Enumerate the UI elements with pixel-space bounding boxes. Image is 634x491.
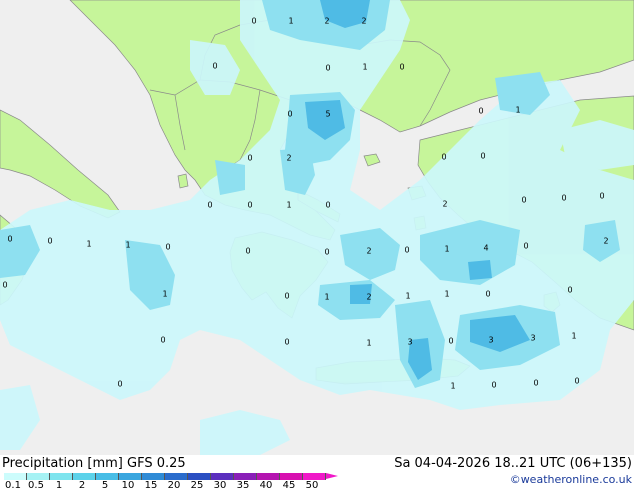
precip-value-label: 2	[603, 237, 608, 246]
color-scale-segment	[165, 473, 188, 480]
precip-value-label: 1	[405, 292, 410, 301]
precip-value-label: 1	[444, 290, 449, 299]
color-scale-tick-label: 35	[236, 480, 250, 491]
precip-value-label: 0	[7, 235, 12, 244]
color-scale-tick-label: 1	[55, 480, 63, 491]
precip-value-label: 0	[491, 381, 496, 390]
color-scale	[4, 473, 338, 480]
precip-value-label: 1	[366, 339, 371, 348]
precip-value-label: 1	[286, 201, 291, 210]
precip-value-label: 0	[2, 281, 7, 290]
precip-value-label: 0	[160, 336, 165, 345]
color-scale-tick-label: 15	[144, 480, 158, 491]
color-scale-tick-label: 40	[259, 480, 273, 491]
precip-value-label: 0	[523, 242, 528, 251]
precip-value-label: 1	[125, 241, 130, 250]
precip-value-label: 1	[515, 106, 520, 115]
precip-value-label: 0	[599, 192, 604, 201]
precip-value-label: 0	[287, 110, 292, 119]
color-scale-segment	[4, 473, 27, 480]
precip-value-label: 1	[444, 245, 449, 254]
precip-value-label: 0	[212, 62, 217, 71]
precip-value-label: 0	[485, 290, 490, 299]
color-scale-segment	[142, 473, 165, 480]
precip-value-label: 0	[247, 154, 252, 163]
precip-value-label: 2	[286, 154, 291, 163]
precip-value-label: 1	[288, 17, 293, 26]
precip-value-label: 3	[530, 334, 535, 343]
color-scale-tick-label: 30	[213, 480, 227, 491]
precip-value-label: 0	[284, 338, 289, 347]
color-scale-tick-label: 50	[305, 480, 319, 491]
color-scale-tick-label: 45	[282, 480, 296, 491]
credit-link[interactable]: ©weatheronline.co.uk	[510, 473, 632, 486]
color-scale-segment	[303, 473, 326, 480]
precip-value-label: 0	[251, 17, 256, 26]
color-scale-arrow	[326, 473, 338, 479]
precip-value-label: 0	[247, 201, 252, 210]
precip-value-label: 0	[207, 201, 212, 210]
precip-value-label: 1	[450, 382, 455, 391]
precip-value-label: 3	[488, 336, 493, 345]
color-scale-tick-label: 5	[101, 480, 109, 491]
precip-value-label: 0	[47, 237, 52, 246]
precip-value-label: 0	[561, 194, 566, 203]
precip-value-label: 0	[325, 201, 330, 210]
precip-value-label: 0	[325, 64, 330, 73]
precip-value-label: 1	[86, 240, 91, 249]
color-scale-tick-label: 25	[190, 480, 204, 491]
precip-value-label: 2	[442, 200, 447, 209]
precip-value-label: 0	[284, 292, 289, 301]
valid-time: Sa 04-04-2026 18..21 UTC (06+135)	[394, 456, 632, 471]
footer: Precipitation [mm] GFS 0.25 Sa 04-04-202…	[0, 455, 634, 491]
color-scale-tick-label: 10	[121, 480, 135, 491]
precip-value-label: 1	[324, 293, 329, 302]
color-scale-tick-label: 0.5	[28, 480, 44, 491]
precip-value-label: 0	[245, 247, 250, 256]
color-scale-segment	[50, 473, 73, 480]
precip-value-label: 0	[521, 196, 526, 205]
color-scale-segment	[234, 473, 257, 480]
color-scale-segment	[211, 473, 234, 480]
precip-value-label: 0	[324, 248, 329, 257]
precip-value-label: 0	[404, 246, 409, 255]
color-scale-segment	[73, 473, 96, 480]
precip-value-label: 0	[574, 377, 579, 386]
precip-value-label: 2	[324, 17, 329, 26]
precip-value-label: 0	[441, 153, 446, 162]
corfu	[177, 173, 189, 189]
precip-value-label: 1	[162, 290, 167, 299]
color-scale-segment	[96, 473, 119, 480]
precip-value-label: 3	[407, 338, 412, 347]
precip-value-label: 0	[533, 379, 538, 388]
color-scale-tick-label: 20	[167, 480, 181, 491]
precip-value-label: 0	[480, 152, 485, 161]
precipitation-map: 0 1 2 2 0 0 1 0 0 5 0 1 0 2 0 0 0 0 1 0 2 0 0 0 0 0 1 1 0 0 0 2 0 1 4 0 2 0 1 0…	[0, 0, 634, 455]
color-scale-segment	[280, 473, 303, 480]
precip-value-label: 2	[366, 247, 371, 256]
precip-value-label: 0	[567, 286, 572, 295]
color-scale-segment	[257, 473, 280, 480]
precip-value-label: 5	[325, 110, 330, 119]
precip-value-label: 4	[483, 244, 488, 253]
color-scale-tick-label: 2	[78, 480, 86, 491]
precip-value-label: 2	[366, 293, 371, 302]
color-scale-segment	[188, 473, 211, 480]
precip-value-label: 0	[117, 380, 122, 389]
color-scale-tick-label: 0.1	[5, 480, 21, 491]
precip-value-label: 0	[478, 107, 483, 116]
precip-value-label: 1	[571, 332, 576, 341]
precip-value-label: 1	[362, 63, 367, 72]
precip-value-label: 0	[448, 337, 453, 346]
precip-value-label: 0	[399, 63, 404, 72]
map-title: Precipitation [mm] GFS 0.25	[2, 456, 186, 471]
color-scale-segment	[27, 473, 50, 480]
precip-value-label: 0	[165, 243, 170, 252]
color-scale-segment	[119, 473, 142, 480]
precip-value-label: 2	[361, 17, 366, 26]
